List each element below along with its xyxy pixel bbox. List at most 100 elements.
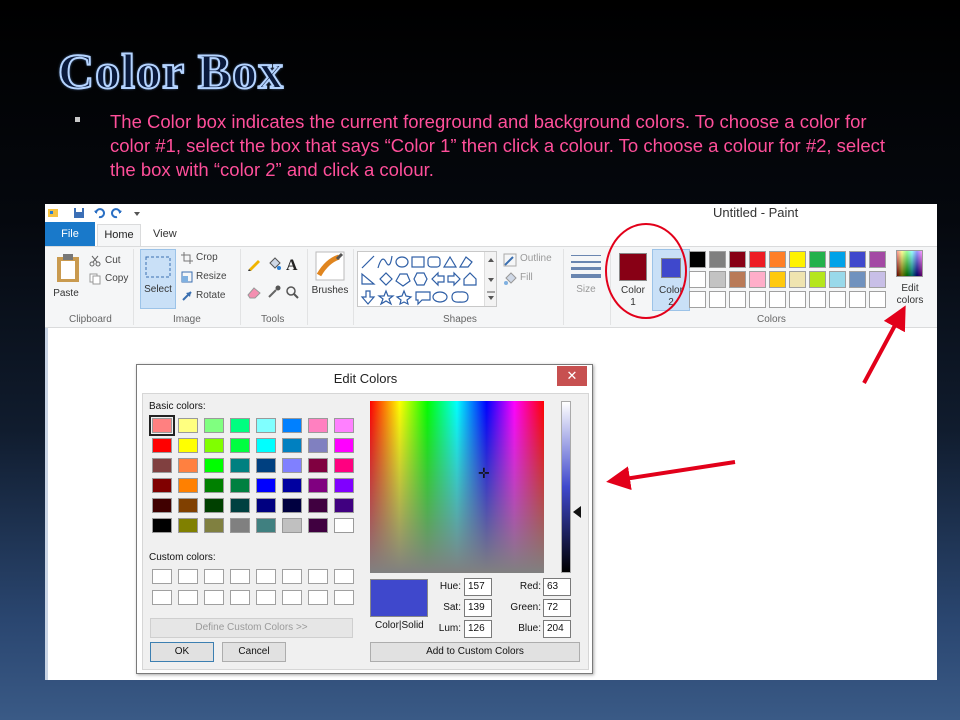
basic-color-swatch[interactable] — [230, 518, 250, 533]
palette-swatch[interactable] — [729, 291, 746, 308]
shapes-scrollbar[interactable] — [484, 252, 496, 306]
basic-color-swatch[interactable] — [204, 478, 224, 493]
basic-color-swatch[interactable] — [178, 478, 198, 493]
custom-color-swatch[interactable] — [230, 590, 250, 605]
pencil-icon[interactable] — [247, 257, 261, 271]
edit-colors-icon[interactable] — [896, 250, 923, 277]
basic-color-swatch[interactable] — [282, 498, 302, 513]
basic-color-swatch[interactable] — [334, 478, 354, 493]
palette-swatch[interactable] — [729, 251, 746, 268]
basic-color-swatch[interactable] — [204, 458, 224, 473]
basic-color-swatch[interactable] — [204, 418, 224, 433]
custom-color-swatch[interactable] — [152, 590, 172, 605]
shape-icons[interactable] — [360, 254, 484, 306]
custom-color-swatch[interactable] — [230, 569, 250, 584]
palette-swatch[interactable] — [789, 271, 806, 288]
basic-color-swatch[interactable] — [308, 458, 328, 473]
palette-swatch[interactable] — [829, 271, 846, 288]
eraser-icon[interactable] — [247, 285, 261, 299]
palette-swatch[interactable] — [689, 291, 706, 308]
basic-color-swatch[interactable] — [282, 478, 302, 493]
custom-color-swatch[interactable] — [282, 590, 302, 605]
palette-swatch[interactable] — [709, 251, 726, 268]
custom-color-swatch[interactable] — [282, 569, 302, 584]
palette-swatch[interactable] — [769, 271, 786, 288]
custom-color-swatch[interactable] — [256, 569, 276, 584]
color-picker-icon[interactable] — [267, 285, 281, 299]
palette-swatch[interactable] — [789, 251, 806, 268]
undo-icon[interactable] — [93, 207, 105, 219]
custom-color-swatch[interactable] — [204, 590, 224, 605]
palette-swatch[interactable] — [769, 251, 786, 268]
basic-color-swatch[interactable] — [230, 478, 250, 493]
basic-color-swatch[interactable] — [204, 438, 224, 453]
size-icon[interactable] — [571, 253, 601, 279]
basic-color-swatch[interactable] — [178, 518, 198, 533]
brushes-icon[interactable] — [315, 251, 345, 281]
basic-color-swatch[interactable] — [204, 518, 224, 533]
palette-swatch[interactable] — [809, 251, 826, 268]
basic-color-swatch[interactable] — [334, 518, 354, 533]
redo-icon[interactable] — [111, 207, 123, 219]
custom-color-swatch[interactable] — [308, 569, 328, 584]
basic-color-swatch[interactable] — [152, 438, 172, 453]
luminosity-slider[interactable] — [561, 401, 571, 573]
basic-color-swatch[interactable] — [308, 518, 328, 533]
custom-color-swatch[interactable] — [256, 590, 276, 605]
blue-field[interactable]: 204 — [543, 620, 571, 638]
text-tool-icon[interactable]: A — [285, 256, 299, 272]
basic-color-swatch[interactable] — [256, 478, 276, 493]
ok-button[interactable]: OK — [150, 642, 214, 662]
red-field[interactable]: 63 — [543, 578, 571, 596]
edit-colors-label-2[interactable]: colors — [891, 295, 929, 306]
hue-field[interactable]: 157 — [464, 578, 492, 596]
basic-color-swatch[interactable] — [152, 518, 172, 533]
customize-toolbar-icon[interactable] — [131, 207, 143, 219]
outline-button[interactable]: Outline — [520, 253, 552, 264]
rotate-button[interactable]: Rotate — [196, 290, 225, 301]
custom-color-swatch[interactable] — [308, 590, 328, 605]
tab-file[interactable]: File — [45, 222, 95, 246]
cut-button[interactable]: Cut — [105, 255, 121, 266]
basic-color-swatch[interactable] — [178, 418, 198, 433]
custom-color-swatch[interactable] — [334, 569, 354, 584]
palette-swatch[interactable] — [829, 291, 846, 308]
palette-swatch[interactable] — [829, 251, 846, 268]
size-button[interactable]: Size — [569, 284, 603, 295]
basic-color-swatch[interactable] — [152, 458, 172, 473]
basic-color-swatch[interactable] — [334, 438, 354, 453]
palette-swatch[interactable] — [789, 291, 806, 308]
magnifier-icon[interactable] — [285, 285, 299, 299]
basic-color-swatch[interactable] — [230, 458, 250, 473]
cancel-button[interactable]: Cancel — [222, 642, 286, 662]
basic-color-swatch[interactable] — [230, 498, 250, 513]
basic-color-swatch[interactable] — [282, 458, 302, 473]
custom-color-swatch[interactable] — [178, 569, 198, 584]
tab-home[interactable]: Home — [97, 224, 141, 246]
palette-swatch[interactable] — [709, 291, 726, 308]
resize-button[interactable]: Resize — [196, 271, 227, 282]
palette-swatch[interactable] — [869, 291, 886, 308]
basic-color-swatch[interactable] — [334, 418, 354, 433]
palette-swatch[interactable] — [769, 291, 786, 308]
add-to-custom-colors-button[interactable]: Add to Custom Colors — [370, 642, 580, 662]
basic-color-swatch[interactable] — [308, 498, 328, 513]
fill-button[interactable]: Fill — [520, 272, 533, 283]
basic-color-swatch[interactable] — [308, 418, 328, 433]
palette-swatch[interactable] — [849, 271, 866, 288]
basic-color-swatch[interactable] — [178, 458, 198, 473]
basic-color-swatch[interactable] — [282, 418, 302, 433]
basic-color-swatch[interactable] — [230, 418, 250, 433]
basic-color-swatch[interactable] — [282, 518, 302, 533]
shapes-gallery[interactable] — [357, 251, 497, 307]
basic-color-swatch[interactable] — [256, 438, 276, 453]
select-tool[interactable]: Select — [140, 249, 176, 309]
sat-field[interactable]: 139 — [464, 599, 492, 617]
basic-color-swatch[interactable] — [178, 438, 198, 453]
basic-color-swatch[interactable] — [282, 438, 302, 453]
basic-color-swatch[interactable] — [256, 518, 276, 533]
paste-icon[interactable] — [55, 253, 81, 283]
tab-view[interactable]: View — [153, 228, 177, 240]
basic-color-swatch[interactable] — [334, 458, 354, 473]
palette-swatch[interactable] — [869, 271, 886, 288]
